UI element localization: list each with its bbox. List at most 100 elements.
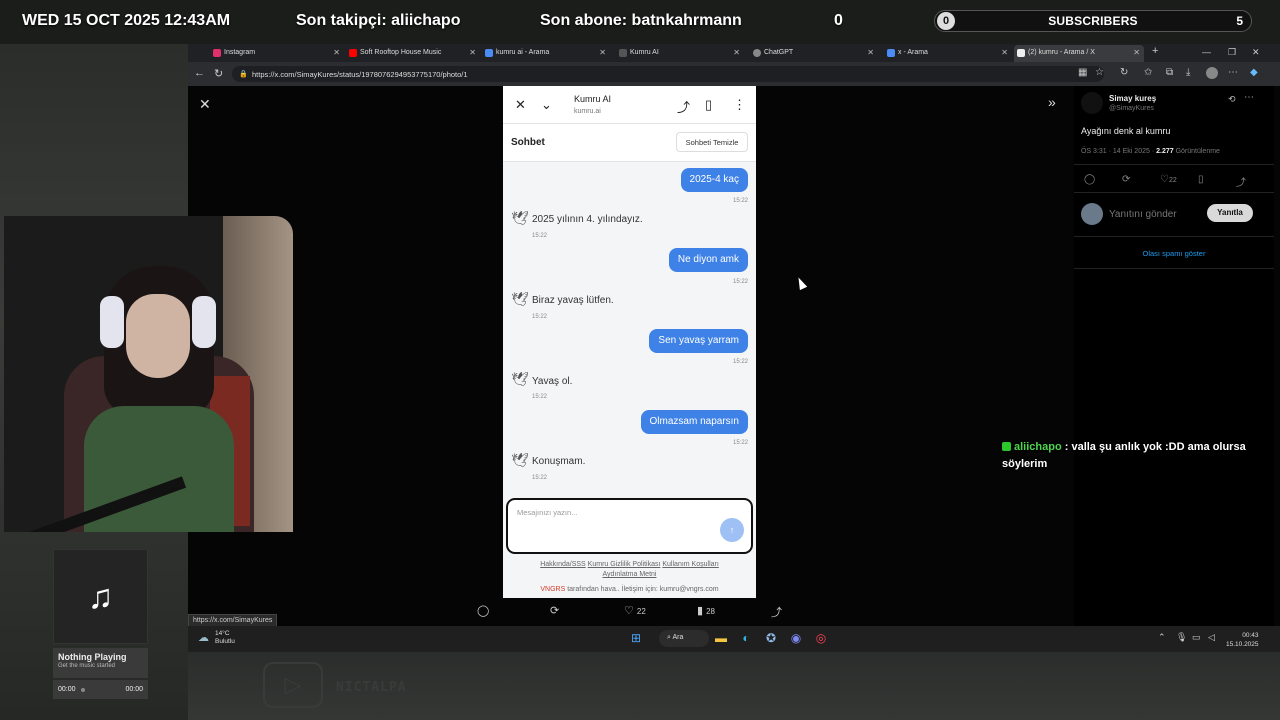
kick-badge-icon: [1002, 442, 1011, 451]
reply-input[interactable]: Yanıtını gönder: [1109, 209, 1177, 220]
reload-icon[interactable]: ↻: [214, 67, 223, 80]
tab-chatgpt[interactable]: ChatGPT ✕: [750, 45, 878, 62]
mic-icon[interactable]: 🎙: [1176, 632, 1187, 643]
overlay-counter: 0: [834, 12, 843, 29]
close-icon[interactable]: ✕: [867, 48, 874, 57]
tweet-views-label: Görüntülenme: [1173, 148, 1220, 155]
new-tab-button[interactable]: +: [1152, 45, 1158, 57]
chat-message-bot: Yavaş ol.: [532, 376, 573, 387]
kumru-message-input[interactable]: Mesajınızı yazın... ↑: [506, 498, 753, 554]
like-icon[interactable]: ♡ 22: [624, 604, 646, 617]
minimize-button[interactable]: —: [1202, 47, 1211, 57]
more-icon[interactable]: ⋮: [733, 97, 746, 113]
close-media-icon[interactable]: ✕: [199, 96, 211, 113]
chat-message-bot: Konuşmam.: [532, 456, 586, 467]
play-icon: ▷: [263, 662, 323, 708]
steam-icon[interactable]: ✪: [763, 630, 779, 646]
chevron-down-icon[interactable]: ⌄: [541, 97, 552, 113]
windows-start-icon[interactable]: ⊞: [628, 630, 644, 646]
reader-icon[interactable]: ▦: [1078, 67, 1087, 78]
favorites-icon[interactable]: ✩: [1144, 67, 1152, 78]
close-icon[interactable]: ✕: [333, 48, 340, 57]
taskbar-clock[interactable]: 00:43 15.10.2025: [1226, 631, 1259, 649]
vngrs-brand: VNGRS: [540, 586, 566, 593]
address-bar[interactable]: 🔒 https://x.com/SimayKures/status/197807…: [232, 66, 1104, 82]
obs-icon[interactable]: ◎: [813, 630, 829, 646]
close-icon[interactable]: ✕: [1133, 48, 1140, 57]
chevron-up-icon[interactable]: ⌃: [1158, 632, 1166, 643]
bookmark-icon[interactable]: ▯: [1198, 174, 1204, 185]
show-spam-link[interactable]: Olası spamı göster: [1074, 249, 1274, 258]
menu-icon[interactable]: ⋯: [1228, 67, 1238, 78]
volume-icon[interactable]: ◁: [1208, 632, 1215, 643]
privacy-link[interactable]: Kumru Gizlilik Politikası: [588, 561, 661, 568]
reply-button[interactable]: Yanıtla: [1207, 204, 1253, 222]
monitor-icon[interactable]: ▭: [1192, 632, 1201, 643]
views-icon[interactable]: ▮ 28: [697, 604, 715, 617]
avatar[interactable]: [1081, 92, 1103, 114]
cloud-icon[interactable]: ☁: [198, 631, 209, 644]
close-icon[interactable]: ✕: [469, 48, 476, 57]
music-title: Nothing Playing: [58, 652, 127, 662]
tab-x-kumru[interactable]: (2) kumru - Arama / X ✕: [1014, 45, 1144, 62]
share-icon[interactable]: ⤴: [677, 97, 690, 116]
tab-x-search[interactable]: x - Arama ✕: [884, 45, 1012, 62]
reply-icon[interactable]: ◯: [1084, 174, 1095, 185]
edge-icon[interactable]: ◐: [738, 630, 754, 646]
chat-message-time: 15:22: [532, 475, 548, 481]
download-icon[interactable]: ⤓: [1186, 67, 1190, 78]
refresh-extension-icon[interactable]: ↻: [1120, 67, 1128, 78]
taskbar-search[interactable]: ⌕ Ara: [659, 630, 709, 647]
music-note-icon: ♫: [53, 549, 148, 644]
tweet-author-name[interactable]: Simay kureş: [1109, 94, 1156, 103]
retweet-icon[interactable]: ⟳: [1122, 174, 1130, 185]
disclosure-link[interactable]: Aydınlatma Metni: [603, 571, 657, 578]
tab-kumru-ai[interactable]: Kumru AI ✕: [616, 45, 744, 62]
tweet-sidebar: Simay kureş @SimayKures ⟲ ⋯ Ayağını denk…: [1074, 86, 1274, 626]
share-icon[interactable]: ⤴: [771, 604, 782, 620]
more-icon[interactable]: ⋯: [1244, 92, 1254, 103]
tab-music[interactable]: Soft Rooftop House Music ✕: [346, 45, 480, 62]
instagram-icon: [213, 49, 221, 57]
chat-message-time: 15:22: [532, 314, 548, 320]
tweet-text: Ayağını denk al kumru: [1081, 126, 1171, 136]
media-action-bar: ◯ ⟳ ♡ 22 ▮ 28 ⤴: [188, 602, 1280, 622]
maximize-button[interactable]: ❐: [1228, 47, 1236, 58]
divider: [1074, 164, 1274, 165]
close-icon[interactable]: ✕: [1001, 48, 1008, 57]
music-progress: 00:00 00:00: [53, 680, 148, 699]
expand-sidebar-icon[interactable]: »: [1048, 94, 1056, 110]
close-icon[interactable]: ✕: [733, 48, 740, 57]
close-icon[interactable]: ✕: [515, 97, 526, 113]
like-icon[interactable]: ♡22: [1160, 174, 1177, 185]
music-subtitle: Get the music started: [58, 663, 116, 669]
tweet-author-handle[interactable]: @SimayKures: [1109, 105, 1154, 112]
send-icon[interactable]: ↑: [720, 518, 744, 542]
overlay-last-follower: Son takipçi: aliichapo: [296, 12, 461, 29]
favorite-icon[interactable]: ☆: [1095, 67, 1104, 78]
collections-icon[interactable]: ⧉: [1166, 67, 1173, 78]
grok-icon[interactable]: ⟲: [1228, 94, 1236, 105]
terms-link[interactable]: Kullanım Koşulları: [662, 561, 718, 568]
chat-message-user: 2025-4 kaç: [680, 168, 748, 192]
chat-message-time: 15:22: [732, 440, 748, 446]
back-icon[interactable]: ←: [194, 67, 205, 79]
close-icon[interactable]: ✕: [599, 48, 606, 57]
share-icon[interactable]: ⤴: [1236, 174, 1246, 189]
input-placeholder: Mesajınızı yazın...: [517, 508, 578, 517]
tab-kumru-search[interactable]: kumru ai - Arama ✕: [482, 45, 610, 62]
tab-instagram[interactable]: Instagram ✕: [210, 45, 344, 62]
chat-message-time: 15:22: [732, 198, 748, 204]
about-link[interactable]: Hakkında/SSS: [540, 561, 586, 568]
file-explorer-icon[interactable]: ▬: [713, 630, 729, 646]
discord-icon[interactable]: ◉: [788, 630, 804, 646]
retweet-icon[interactable]: ⟳: [550, 604, 559, 617]
copilot-icon[interactable]: ◆: [1250, 67, 1258, 78]
like-count: 22: [636, 607, 646, 616]
clear-chat-button[interactable]: Sohbeti Temizle: [676, 132, 748, 152]
weather-widget[interactable]: 14°C Bulutlu: [215, 630, 235, 646]
bookmark-icon[interactable]: ▯: [705, 97, 712, 113]
reply-icon[interactable]: ◯: [477, 604, 489, 617]
close-window-button[interactable]: ✕: [1252, 47, 1260, 58]
profile-icon[interactable]: [1206, 67, 1218, 79]
